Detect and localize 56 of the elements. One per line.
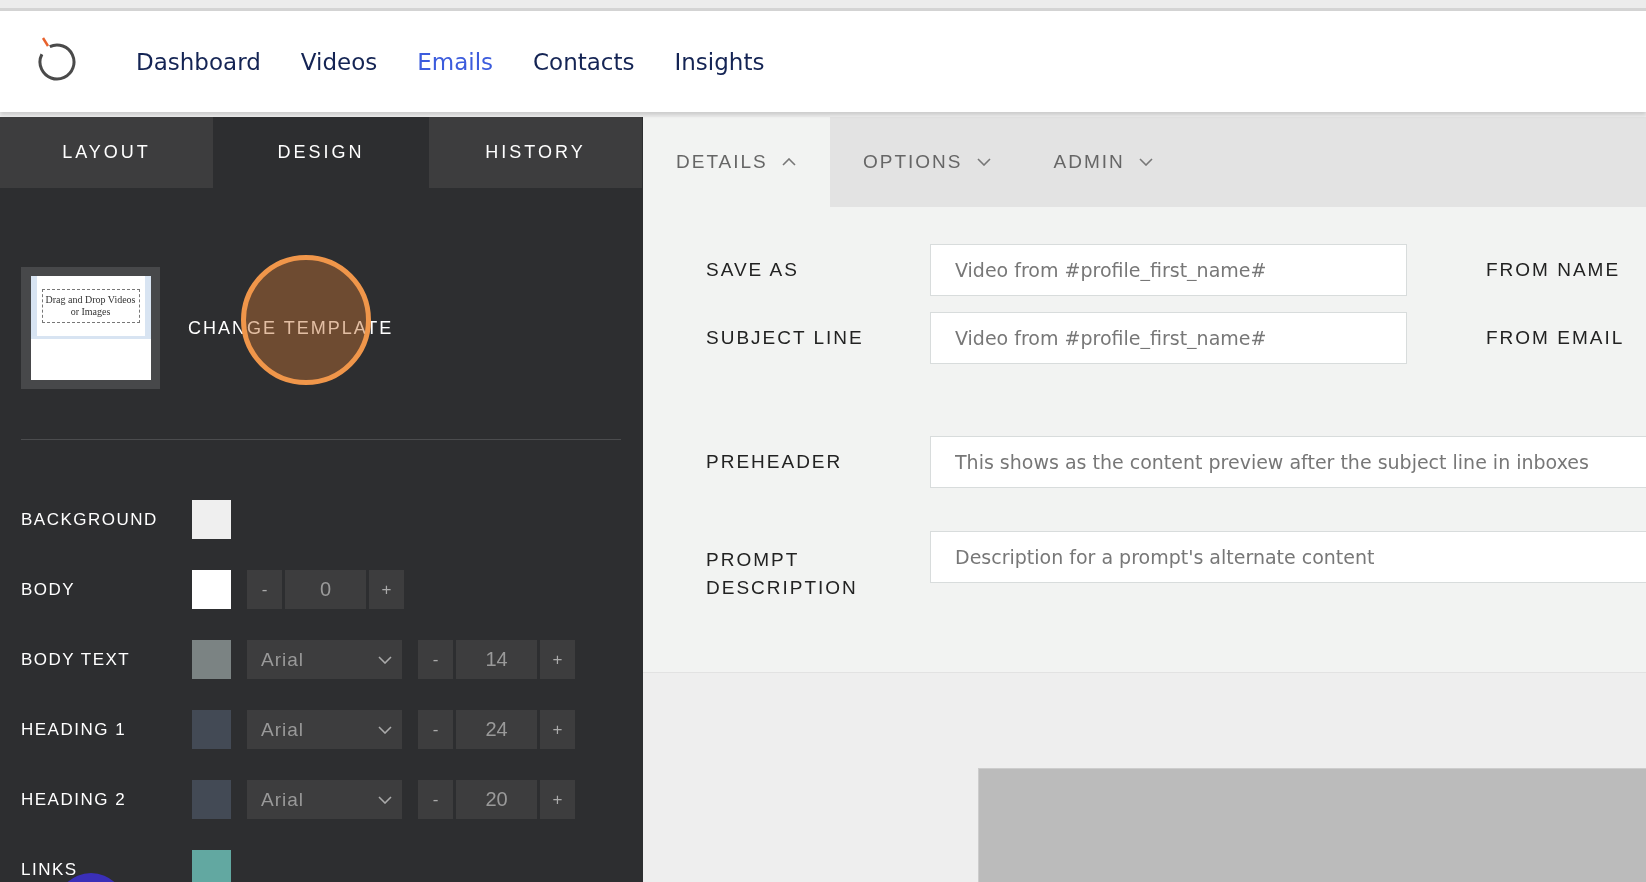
decrement-button[interactable]: - [418, 640, 453, 679]
color-swatch[interactable] [192, 570, 231, 609]
text-field[interactable]: Video from #profile_first_name# [930, 312, 1407, 364]
nav-link[interactable]: Dashboard [136, 48, 261, 75]
nav-link[interactable]: Emails [417, 48, 494, 75]
panel-tab[interactable]: HISTORY [429, 117, 642, 188]
details-tab[interactable]: ADMIN [1020, 117, 1183, 207]
number-field[interactable]: 24 [456, 710, 537, 749]
nav-link[interactable]: Videos [300, 48, 378, 75]
chevron-up-icon [781, 158, 796, 166]
font-dropdown[interactable]: Arial [247, 640, 402, 679]
nav-link[interactable]: Insights [674, 48, 765, 75]
text-field[interactable]: This shows as the content preview after the subject line in inboxes [930, 436, 1646, 488]
decrement-button[interactable]: - [418, 780, 453, 819]
setting-label: HEADING 1 [21, 719, 127, 739]
increment-button[interactable]: + [369, 570, 404, 609]
setting-label: HEADING 2 [21, 789, 127, 809]
increment-button[interactable]: + [540, 710, 575, 749]
color-swatch[interactable] [192, 780, 231, 819]
chevron-down-icon [378, 655, 392, 664]
chevron-down-icon [378, 725, 392, 734]
setting-label: BODY [21, 579, 76, 599]
chevron-down-icon [1138, 158, 1153, 166]
number-field[interactable]: 0 [285, 570, 366, 609]
text-field[interactable]: Description for a prompt's alternate content [930, 531, 1646, 583]
color-swatch[interactable] [192, 850, 231, 882]
field-label: FROM EMAIL [1486, 327, 1625, 349]
field-label: SAVE AS [706, 258, 800, 282]
font-dropdown[interactable]: Arial [247, 710, 402, 749]
number-field[interactable]: 20 [456, 780, 537, 819]
chevron-down-icon [378, 795, 392, 804]
logo-icon[interactable] [36, 35, 78, 82]
field-label: PREHEADER [706, 450, 844, 474]
field-label: PROMPT DESCRIPTION [706, 548, 859, 600]
color-swatch[interactable] [192, 640, 231, 679]
increment-button[interactable]: + [540, 640, 575, 679]
placeholder-text: Drag and Drop Videos or Images [41, 289, 140, 323]
nav-link[interactable]: Contacts [533, 48, 635, 75]
font-dropdown[interactable]: Arial [247, 780, 402, 819]
details-tab[interactable]: OPTIONS [830, 117, 1021, 207]
decrement-button[interactable]: - [247, 570, 282, 609]
field-label: SUBJECT LINE [706, 326, 865, 350]
increment-button[interactable]: + [540, 780, 575, 819]
details-tab[interactable]: DETAILS [643, 117, 830, 207]
chevron-down-icon [976, 158, 991, 166]
template-thumbnail[interactable]: Drag and Drop Videos or Images [21, 267, 160, 389]
color-swatch[interactable] [192, 710, 231, 749]
color-swatch[interactable] [192, 500, 231, 539]
setting-label: LINKS [21, 859, 78, 879]
field-label: FROM NAME [1486, 259, 1621, 281]
setting-label: BACKGROUND [21, 509, 158, 529]
text-field[interactable]: Video from #profile_first_name# [930, 244, 1407, 296]
number-field[interactable]: 14 [456, 640, 537, 679]
setting-label: BODY TEXT [21, 649, 131, 669]
decrement-button[interactable]: - [418, 710, 453, 749]
panel-tab[interactable]: LAYOUT [0, 117, 213, 188]
